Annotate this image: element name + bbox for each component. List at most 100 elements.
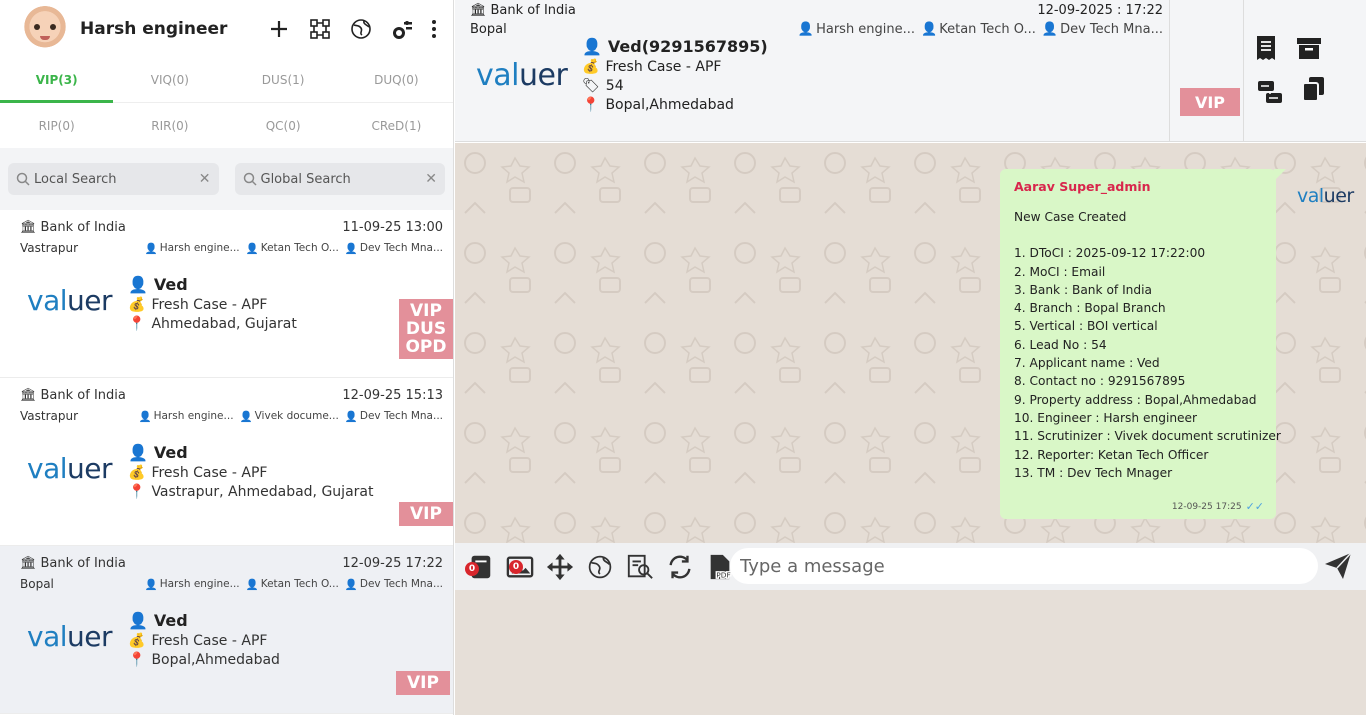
case-location: Bopal,Ahmedabad: [151, 652, 280, 668]
person-icon: 👤: [921, 21, 938, 37]
valuer-watermark-logo: valuer: [1297, 185, 1354, 207]
tabs-row-2: RIP(0) RIR(0) QC(0) CReD(1): [0, 103, 453, 148]
person-icon: 👤: [344, 410, 358, 423]
message-composer: 0 0 PDF: [455, 543, 1366, 590]
clear-local-search-icon[interactable]: ✕: [199, 171, 211, 187]
globe-icon[interactable]: [350, 18, 372, 40]
tab-vip[interactable]: VIP(3): [0, 58, 114, 103]
empty-area: [455, 590, 1366, 715]
tabs-row-1: VIP(3) VIQ(0) DUS(1) DUQ(0): [0, 58, 453, 103]
add-icon[interactable]: [268, 18, 290, 40]
header-assignees: 👤 Harsh engine... 👤 Ketan Tech O... 👤 Dev Tec…: [797, 21, 1163, 37]
case-type-icon: 💰: [128, 297, 146, 313]
applicant-name: Ved: [153, 275, 188, 294]
person-icon: 👤: [344, 242, 358, 255]
message-bubble[interactable]: Aarav Super_admin New Case Created 1. DTo…: [1000, 169, 1286, 519]
applicant-name: Ved: [153, 611, 188, 630]
tab-cred[interactable]: CReD(1): [340, 103, 453, 148]
case-type: Fresh Case - APF: [151, 633, 268, 649]
case-list-panel: Harsh engineer VIP(3) VIQ(0) DUS(1) DUQ(…: [0, 0, 454, 715]
case-time: 12-09-25 17:22: [342, 556, 443, 571]
valuer-logo: valuer: [27, 452, 112, 485]
copy-icon[interactable]: [1300, 75, 1328, 103]
header-branch: Bopal: [470, 21, 507, 37]
case-header: 🏛 Bank of India 12-09-2025 : 17:22 Bopal 👤…: [455, 0, 1366, 142]
globe-icon[interactable]: [585, 552, 615, 582]
assignees: 👤 Harsh engine... 👤 Ketan Tech O... 👤 Dev Tec…: [144, 578, 443, 591]
status-badge: VIP DUS OPD: [399, 299, 453, 359]
user-name: Harsh engineer: [80, 19, 228, 39]
case-time: 11-09-25 13:00: [342, 220, 443, 235]
status-badge: VIP: [399, 502, 453, 526]
case-type-icon: 💰: [582, 59, 600, 75]
case-location: Vastrapur, Ahmedabad, Gujarat: [151, 484, 374, 500]
bank-label: 🏛 Bank of India: [20, 220, 126, 235]
tab-duq[interactable]: DUQ(0): [340, 58, 453, 102]
valuer-logo: valuer: [27, 620, 112, 653]
refresh-icon[interactable]: [665, 552, 695, 582]
top-bar: Harsh engineer: [0, 0, 453, 58]
message-sender: Aarav Super_admin: [1014, 179, 1151, 194]
header-case-type: Fresh Case - APF: [605, 59, 722, 75]
tab-viq[interactable]: VIQ(0): [113, 58, 226, 102]
tab-rip[interactable]: RIP(0): [0, 103, 113, 148]
tab-qc[interactable]: QC(0): [227, 103, 340, 148]
document-search-icon[interactable]: [625, 552, 655, 582]
bank-icon: 🏛: [20, 388, 37, 403]
header-bank: 🏛 Bank of India: [470, 2, 576, 18]
tasks-icon[interactable]: [391, 18, 413, 40]
search-icon: [16, 172, 30, 186]
person-icon: 👤: [239, 410, 253, 423]
location-icon: 📍: [128, 316, 146, 332]
vip-badge: VIP: [1180, 88, 1240, 116]
person-icon: 👤: [245, 242, 259, 255]
message-time: 12-09-25 17:25: [1171, 501, 1242, 512]
bank-label: 🏛 Bank of India: [20, 388, 126, 403]
receipt-icon[interactable]: [1252, 34, 1280, 62]
applicant-name: Ved: [153, 443, 188, 462]
move-icon[interactable]: [545, 552, 575, 582]
user-icon: 👤: [128, 611, 148, 630]
bank-icon: 🏛: [20, 556, 37, 571]
transfer-icon[interactable]: [1256, 78, 1284, 106]
message-input[interactable]: [730, 548, 1318, 584]
user-icon: 👤: [128, 443, 148, 462]
case-location: Ahmedabad, Gujarat: [151, 316, 297, 332]
case-type: Fresh Case - APF: [151, 465, 268, 481]
case-type: Fresh Case - APF: [151, 297, 268, 313]
local-search-input[interactable]: Local Search ✕: [8, 163, 219, 195]
image-icon[interactable]: 0: [505, 552, 535, 582]
person-icon: 👤: [797, 21, 815, 37]
status-badge: VIP: [396, 671, 450, 695]
bank-label: 🏛 Bank of India: [20, 556, 126, 571]
network-icon[interactable]: [309, 18, 331, 40]
tab-rir[interactable]: RIR(0): [113, 103, 226, 148]
user-avatar[interactable]: [22, 6, 68, 52]
person-icon: 👤: [144, 242, 158, 255]
global-search-input[interactable]: Global Search ✕: [234, 163, 445, 195]
person-icon: 👤: [344, 578, 358, 591]
header-location: Bopal,Ahmedabad: [605, 97, 734, 113]
chat-area: Aarav Super_admin New Case Created 1. DTo…: [455, 143, 1366, 543]
bank-icon: 🏛: [20, 220, 37, 235]
global-search-placeholder: Global Search: [260, 171, 351, 187]
case-card[interactable]: 🏛 Bank of India 12-09-25 17:22 Bopal 👤 Hars…: [0, 546, 453, 714]
case-type-icon: 💰: [128, 633, 146, 649]
case-type-icon: 💰: [128, 465, 146, 481]
search-icon: [243, 172, 257, 186]
user-icon: 👤: [582, 37, 602, 56]
double-check-icon: ✓✓: [1245, 500, 1264, 513]
tab-dus[interactable]: DUS(1): [227, 58, 340, 102]
send-icon[interactable]: [1323, 551, 1353, 581]
case-card[interactable]: 🏛 Bank of India 12-09-25 15:13 Vastrapur 👤…: [0, 378, 453, 546]
location-icon: 📍: [582, 97, 600, 113]
valuer-logo: valuer: [476, 57, 568, 93]
header-applicant: Ved(9291567895): [607, 37, 768, 56]
case-card[interactable]: 🏛 Bank of India 11-09-25 13:00 Vastrapur 👤…: [0, 210, 453, 378]
document-icon[interactable]: 0: [465, 552, 495, 582]
bank-icon: 🏛: [470, 2, 487, 18]
clear-global-search-icon[interactable]: ✕: [425, 171, 437, 187]
local-search-placeholder: Local Search: [34, 171, 117, 187]
more-menu-icon[interactable]: [429, 18, 439, 40]
archive-icon[interactable]: [1295, 34, 1323, 62]
